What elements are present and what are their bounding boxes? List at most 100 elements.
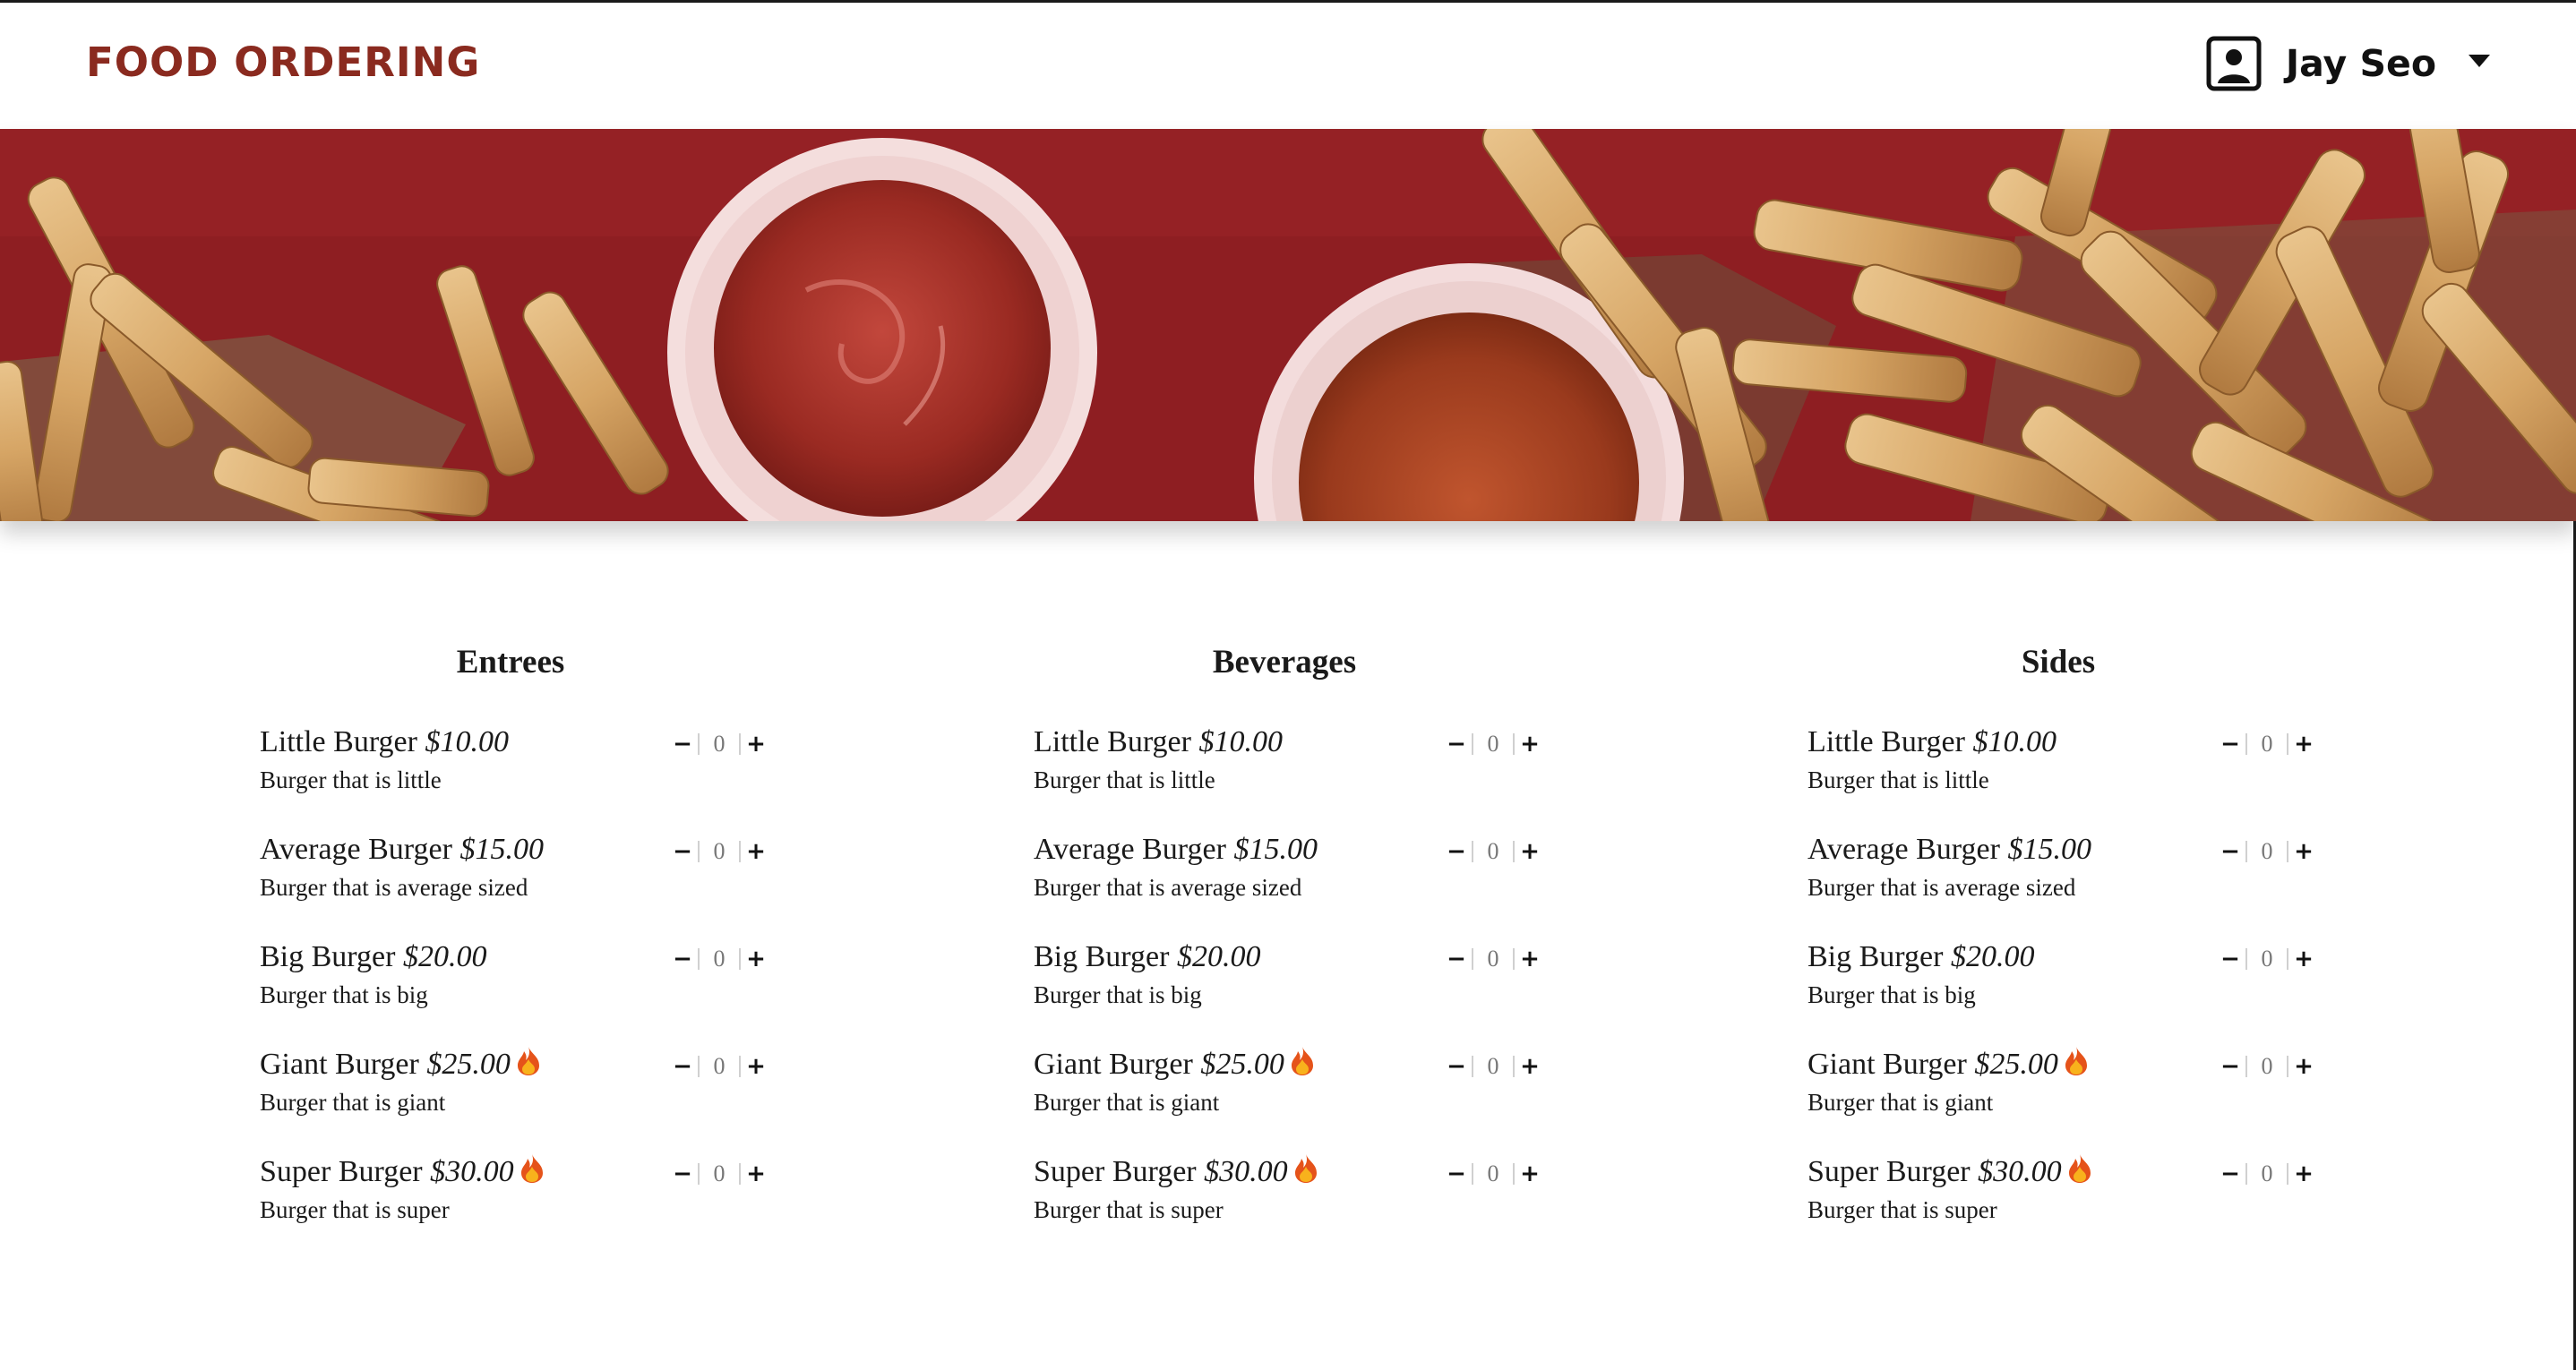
column-title: Beverages	[1212, 644, 1357, 681]
item-name: Super Burger	[260, 1155, 423, 1188]
item-price: $10.00	[425, 725, 509, 758]
decrement-button[interactable]: −	[1441, 1160, 1472, 1187]
increment-button[interactable]: +	[2288, 731, 2319, 758]
item-price: $25.00	[426, 1048, 511, 1081]
decrement-button[interactable]: −	[1441, 731, 1472, 758]
increment-button[interactable]: +	[1515, 946, 1545, 972]
item-price: $30.00	[1978, 1155, 2062, 1188]
quantity-value: 0	[1487, 731, 1499, 757]
fire-icon	[1294, 1154, 1317, 1184]
quantity-stepper: − 0 +	[667, 838, 771, 865]
menu-item: Big Burger $20.00 Burger that is big − 0…	[1034, 940, 1540, 1030]
decrement-button[interactable]: −	[2215, 1160, 2245, 1187]
decrement-button[interactable]: −	[1441, 838, 1472, 865]
quantity-stepper: − 0 +	[667, 946, 771, 972]
fire-icon	[2068, 1154, 2091, 1184]
user-menu[interactable]: Jay Seo	[2205, 35, 2490, 92]
quantity-value: 0	[713, 731, 726, 757]
item-name: Little Burger	[1034, 725, 1191, 758]
menu-item: Little Burger $10.00 Burger that is litt…	[1807, 725, 2314, 815]
quantity-value: 0	[2261, 731, 2273, 757]
user-name[interactable]: Jay Seo	[2286, 42, 2436, 85]
decrement-button[interactable]: −	[1441, 1053, 1472, 1080]
quantity-value: 0	[713, 946, 726, 972]
item-name: Super Burger	[1807, 1155, 1971, 1188]
increment-button[interactable]: +	[741, 1160, 771, 1187]
quantity-stepper: − 0 +	[1441, 731, 1545, 758]
increment-button[interactable]: +	[741, 731, 771, 758]
increment-button[interactable]: +	[1515, 838, 1545, 865]
quantity-stepper: − 0 +	[1441, 946, 1545, 972]
item-price: $20.00	[402, 940, 487, 973]
item-name: Big Burger	[260, 940, 396, 973]
quantity-stepper: − 0 +	[1441, 1160, 1545, 1187]
caret-down-icon[interactable]	[2469, 55, 2490, 67]
increment-button[interactable]: +	[2288, 838, 2319, 865]
item-name: Average Burger	[1807, 833, 2000, 866]
decrement-button[interactable]: −	[667, 731, 698, 758]
item-price: $10.00	[1972, 725, 2057, 758]
increment-button[interactable]: +	[2288, 1160, 2319, 1187]
menu-item: Super Burger $30.00 Burger that is super…	[1807, 1154, 2314, 1245]
item-name: Big Burger	[1034, 940, 1170, 973]
item-description: Burger that is average sized	[1807, 874, 2076, 901]
item-description: Burger that is little	[1034, 766, 1215, 793]
item-name: Average Burger	[260, 833, 452, 866]
decrement-button[interactable]: −	[2215, 731, 2245, 758]
increment-button[interactable]: +	[1515, 1160, 1545, 1187]
quantity-value: 0	[713, 1160, 726, 1186]
menu-item: Giant Burger $25.00 Burger that is giant…	[1034, 1047, 1540, 1137]
item-description: Burger that is giant	[1034, 1089, 1220, 1116]
increment-button[interactable]: +	[741, 838, 771, 865]
quantity-value: 0	[1487, 1160, 1499, 1186]
item-description: Burger that is super	[1807, 1196, 1997, 1223]
quantity-stepper: − 0 +	[2215, 1053, 2319, 1080]
account-box-icon	[2206, 36, 2262, 91]
item-description: Burger that is big	[1034, 981, 1202, 1008]
decrement-button[interactable]: −	[2215, 838, 2245, 865]
quantity-value: 0	[2261, 1160, 2273, 1186]
decrement-button[interactable]: −	[667, 1160, 698, 1187]
item-price: $20.00	[1950, 940, 2035, 973]
decrement-button[interactable]: −	[1441, 946, 1472, 972]
column-title: Sides	[2021, 644, 2096, 681]
item-name: Little Burger	[1807, 725, 1965, 758]
menu-item: Little Burger $10.00 Burger that is litt…	[1034, 725, 1540, 815]
quantity-stepper: − 0 +	[667, 1053, 771, 1080]
item-price: $10.00	[1198, 725, 1283, 758]
increment-button[interactable]: +	[1515, 1053, 1545, 1080]
decrement-button[interactable]: −	[667, 1053, 698, 1080]
item-description: Burger that is little	[260, 766, 442, 793]
increment-button[interactable]: +	[741, 946, 771, 972]
item-description: Burger that is average sized	[260, 874, 528, 901]
quantity-value: 0	[1487, 1053, 1499, 1079]
menu-item: Giant Burger $25.00 Burger that is giant…	[1807, 1047, 2314, 1137]
item-price: $15.00	[2007, 833, 2091, 866]
quantity-value: 0	[713, 1053, 726, 1079]
item-description: Burger that is average sized	[1034, 874, 1302, 901]
brand-logo[interactable]: FOOD ORDERING	[86, 39, 480, 86]
item-price: $25.00	[1974, 1048, 2058, 1081]
menu-item: Big Burger $20.00 Burger that is big − 0…	[260, 940, 766, 1030]
menu-item: Average Burger $15.00 Burger that is ave…	[260, 833, 766, 922]
quantity-stepper: − 0 +	[2215, 838, 2319, 865]
item-price: $30.00	[430, 1155, 514, 1188]
item-name: Giant Burger	[260, 1048, 419, 1081]
increment-button[interactable]: +	[2288, 946, 2319, 972]
item-price: $15.00	[459, 833, 544, 866]
quantity-value: 0	[2261, 946, 2273, 972]
item-description: Burger that is giant	[1807, 1089, 1994, 1116]
decrement-button[interactable]: −	[667, 838, 698, 865]
app-header: FOOD ORDERING Jay Seo	[0, 3, 2576, 129]
increment-button[interactable]: +	[741, 1053, 771, 1080]
increment-button[interactable]: +	[1515, 731, 1545, 758]
item-price: $15.00	[1233, 833, 1318, 866]
decrement-button[interactable]: −	[667, 946, 698, 972]
item-name: Average Burger	[1034, 833, 1226, 866]
item-price: $25.00	[1200, 1048, 1284, 1081]
quantity-stepper: − 0 +	[2215, 731, 2319, 758]
decrement-button[interactable]: −	[2215, 1053, 2245, 1080]
item-price: $30.00	[1204, 1155, 1288, 1188]
decrement-button[interactable]: −	[2215, 946, 2245, 972]
increment-button[interactable]: +	[2288, 1053, 2319, 1080]
